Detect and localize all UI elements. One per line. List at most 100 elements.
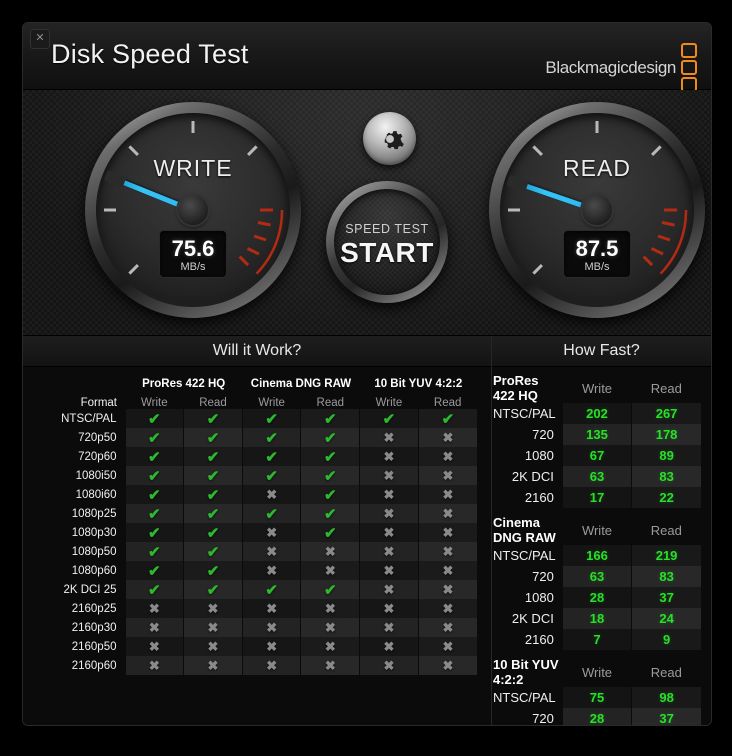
cross-icon: ✖ xyxy=(442,601,453,616)
cross-icon: ✖ xyxy=(442,582,453,597)
gear-icon xyxy=(376,125,404,153)
unsupported-mark-cell: ✖ xyxy=(125,637,184,656)
unsupported-mark-cell: ✖ xyxy=(301,637,360,656)
supported-mark-cell: ✔ xyxy=(125,504,184,523)
check-icon: ✔ xyxy=(148,468,161,485)
supported-mark-cell: ✔ xyxy=(125,447,184,466)
unsupported-mark-cell: ✖ xyxy=(242,637,301,656)
write-speed-value: 18 xyxy=(562,608,631,629)
settings-button[interactable] xyxy=(363,112,416,165)
check-icon: ✔ xyxy=(265,449,278,466)
close-window-button[interactable]: ✕ xyxy=(30,29,50,49)
table-row: 2160p30✖✖✖✖✖✖ xyxy=(37,618,477,637)
cross-icon: ✖ xyxy=(149,620,160,635)
unsupported-mark-cell: ✖ xyxy=(418,618,477,637)
table-row: NTSC/PAL166219 xyxy=(493,545,701,566)
table-row: 10802837 xyxy=(493,587,701,608)
write-gauge-hub xyxy=(178,195,208,225)
codec-head-spacer xyxy=(37,371,125,390)
cross-icon: ✖ xyxy=(442,468,453,483)
table-row: 1080p30✔✔✖✔✖✖ xyxy=(37,523,477,542)
table-row: 7206383 xyxy=(493,566,701,587)
supported-mark-cell: ✔ xyxy=(418,409,477,428)
how-fast-body: ProRes 422 HQWriteReadNTSC/PAL2022677201… xyxy=(493,373,701,726)
check-icon: ✔ xyxy=(383,411,396,428)
cross-icon: ✖ xyxy=(384,506,395,521)
supported-mark-cell: ✔ xyxy=(184,504,243,523)
how-fast-group-header: Cinema DNG RAWWriteRead xyxy=(493,515,701,545)
read-unit: MB/s xyxy=(564,261,630,273)
cross-icon: ✖ xyxy=(208,620,219,635)
check-icon: ✔ xyxy=(324,430,337,447)
read-gauge-hub xyxy=(582,195,612,225)
unsupported-mark-cell: ✖ xyxy=(360,466,419,485)
read-speed-value: 267 xyxy=(632,403,701,424)
table-row: 1080p25✔✔✔✔✖✖ xyxy=(37,504,477,523)
check-icon: ✔ xyxy=(324,582,337,599)
table-row: 1080p50✔✔✖✖✖✖ xyxy=(37,542,477,561)
supported-mark-cell: ✔ xyxy=(301,485,360,504)
cross-icon: ✖ xyxy=(149,601,160,616)
supported-mark-cell: ✔ xyxy=(184,523,243,542)
check-icon: ✔ xyxy=(324,411,337,428)
check-icon: ✔ xyxy=(148,487,161,504)
check-icon: ✔ xyxy=(207,449,220,466)
format-label: 2160p30 xyxy=(37,618,125,637)
table-row: 216079 xyxy=(493,629,701,650)
read-readout: 87.5 MB/s xyxy=(564,231,630,277)
unsupported-mark-cell: ✖ xyxy=(360,485,419,504)
table-row: 720p50✔✔✔✔✖✖ xyxy=(37,428,477,447)
cross-icon: ✖ xyxy=(384,449,395,464)
cross-icon: ✖ xyxy=(442,487,453,502)
supported-mark-cell: ✔ xyxy=(184,580,243,599)
check-icon: ✔ xyxy=(148,525,161,542)
cross-icon: ✖ xyxy=(266,639,277,654)
unsupported-mark-cell: ✖ xyxy=(301,618,360,637)
subheader-2: Write xyxy=(242,390,301,409)
unsupported-mark-cell: ✖ xyxy=(360,637,419,656)
cross-icon: ✖ xyxy=(442,525,453,540)
read-column-header: Read xyxy=(632,515,701,545)
unsupported-mark-cell: ✖ xyxy=(242,485,301,504)
disk-speed-test-app: ✕ Disk Speed Test Blackmagicdesign WRITE… xyxy=(0,0,732,756)
unsupported-mark-cell: ✖ xyxy=(301,561,360,580)
read-speed-value: 83 xyxy=(632,466,701,487)
read-value: 87.5 xyxy=(564,236,630,262)
read-speed-value: 22 xyxy=(632,487,701,508)
speed-test-start-button[interactable]: SPEED TEST START xyxy=(326,181,448,303)
read-gauge-face: READ 87.5 MB/s xyxy=(500,113,694,307)
resolution-label: 2K DCI xyxy=(493,608,562,629)
check-icon: ✔ xyxy=(324,525,337,542)
check-icon: ✔ xyxy=(207,487,220,504)
how-fast-title: How Fast? xyxy=(492,336,711,367)
supported-mark-cell: ✔ xyxy=(301,504,360,523)
read-speed-value: 98 xyxy=(632,687,701,708)
unsupported-mark-cell: ✖ xyxy=(360,542,419,561)
format-label: 720p60 xyxy=(37,447,125,466)
read-speed-value: 83 xyxy=(632,566,701,587)
supported-mark-cell: ✔ xyxy=(125,466,184,485)
unsupported-mark-cell: ✖ xyxy=(418,523,477,542)
unsupported-mark-cell: ✖ xyxy=(418,485,477,504)
supported-mark-cell: ✔ xyxy=(125,428,184,447)
cross-icon: ✖ xyxy=(266,525,277,540)
check-icon: ✔ xyxy=(148,544,161,561)
table-row: 2K DCI6383 xyxy=(493,466,701,487)
unsupported-mark-cell: ✖ xyxy=(360,656,419,675)
resolution-label: NTSC/PAL xyxy=(493,687,562,708)
supported-mark-cell: ✔ xyxy=(301,523,360,542)
format-label: 2160p60 xyxy=(37,656,125,675)
cross-icon: ✖ xyxy=(266,601,277,616)
cross-icon: ✖ xyxy=(384,563,395,578)
read-speed-value: 24 xyxy=(632,608,701,629)
check-icon: ✔ xyxy=(324,449,337,466)
unsupported-mark-cell: ✖ xyxy=(360,447,419,466)
cross-icon: ✖ xyxy=(384,582,395,597)
write-speed-value: 63 xyxy=(562,466,631,487)
format-column-header: Format xyxy=(37,390,125,409)
unsupported-mark-cell: ✖ xyxy=(418,542,477,561)
table-row: 2160p60✖✖✖✖✖✖ xyxy=(37,656,477,675)
unsupported-mark-cell: ✖ xyxy=(125,656,184,675)
unsupported-mark-cell: ✖ xyxy=(360,523,419,542)
cross-icon: ✖ xyxy=(208,601,219,616)
